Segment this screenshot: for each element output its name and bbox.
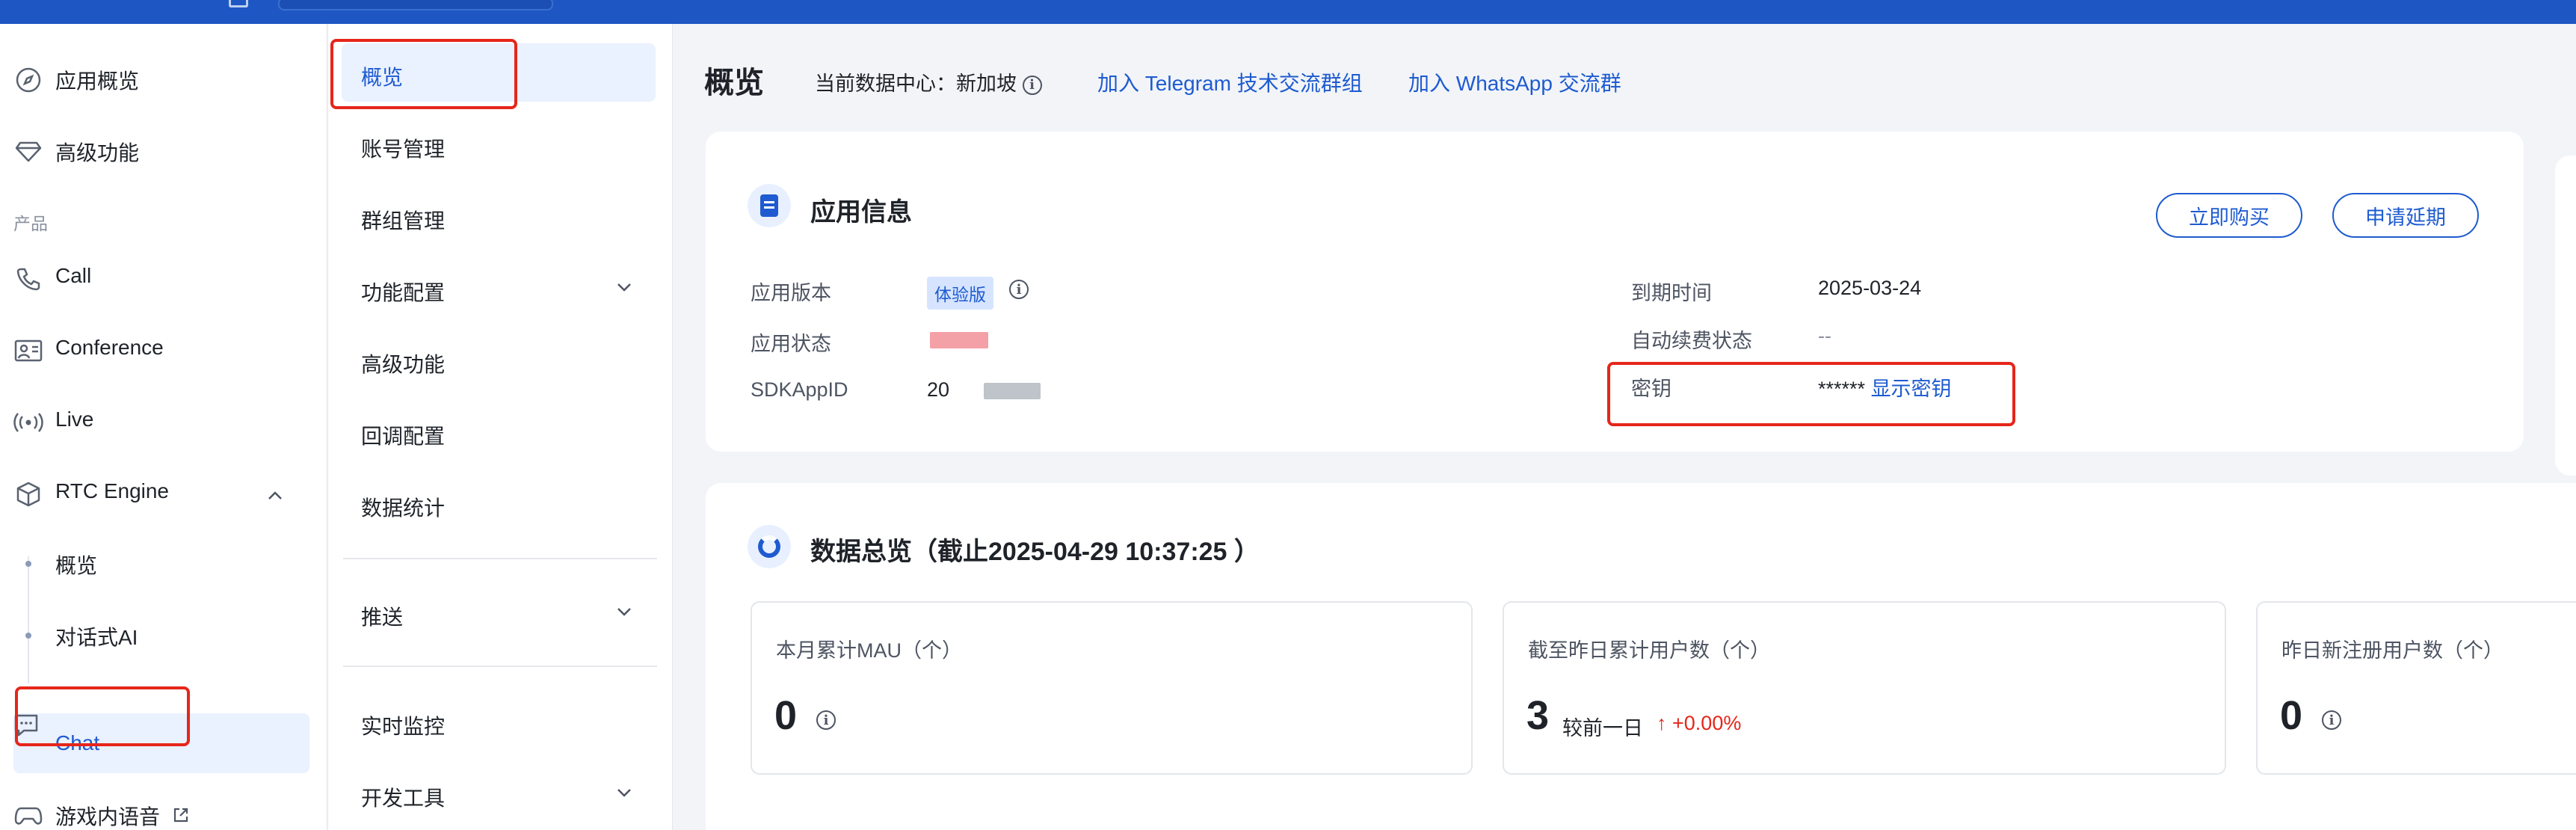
subnav-item-label: 推送: [361, 606, 404, 629]
metric-card-new-users: 昨日新注册用户数（个） 0 i: [2256, 601, 2576, 775]
sidebar-subitem-rtc-overview[interactable]: 概览: [0, 537, 326, 589]
document-icon: [748, 184, 791, 227]
chevron-down-icon: [615, 275, 633, 298]
subnav-item-statistics[interactable]: 数据统计: [328, 474, 674, 534]
sidebar-item-live[interactable]: Live: [0, 392, 326, 452]
metric-label: 截至昨日累计用户数（个）: [1528, 639, 1770, 662]
highlight-box-overview: [330, 39, 517, 109]
progress-ring-icon: [748, 525, 791, 568]
request-extension-button[interactable]: 申请延期: [2332, 193, 2479, 238]
auto-renew-value: --: [1818, 325, 1831, 347]
masked-status-value: [930, 332, 988, 348]
metric-card-total-users: 截至昨日累计用户数（个） 3 较前一日 ↑ +0.00%: [1503, 601, 2226, 775]
telegram-group-link[interactable]: 加入 Telegram 技术交流群组: [1097, 67, 1363, 97]
subnav-item-label: 数据统计: [361, 497, 446, 520]
info-icon[interactable]: i: [1022, 75, 1042, 95]
sidebar-subitem-conversational-ai[interactable]: 对话式AI: [0, 609, 326, 661]
subnav-item-groups[interactable]: 群组管理: [328, 187, 674, 247]
subnav-item-label: 高级功能: [361, 353, 446, 376]
chevron-down-icon: [615, 600, 633, 623]
sidebar-item-advanced[interactable]: 高级功能: [0, 121, 326, 181]
sidebar-item-label: Conference: [55, 336, 164, 359]
gamepad-icon: [13, 805, 43, 827]
sdkappid-label: SDKAppID: [751, 378, 848, 401]
sidebar-item-label: 高级功能: [55, 141, 140, 165]
section-label-products: 产品: [13, 214, 48, 233]
expire-label: 到期时间: [1631, 282, 1712, 304]
external-link-icon: [172, 806, 190, 829]
sidebar-item-conference[interactable]: Conference: [0, 320, 326, 380]
info-icon[interactable]: i: [1009, 280, 1029, 299]
subnav-item-label: 回调配置: [361, 425, 446, 448]
sidebar-item-label: Live: [55, 408, 94, 431]
auto-renew-label: 自动续费状态: [1631, 330, 1752, 352]
sidebar-item-label: Call: [55, 264, 92, 287]
metric-card-mau: 本月累计MAU（个） 0 i: [751, 601, 1473, 775]
sidebar-item-game-voice[interactable]: 游戏内语音: [0, 785, 326, 830]
highlight-box-chat: [15, 686, 190, 746]
subnav-item-accounts[interactable]: 账号管理: [328, 115, 674, 175]
version-label: 应用版本: [751, 282, 831, 304]
subnav-item-label: 实时监控: [361, 715, 446, 738]
arrow-up-icon: ↑: [1657, 712, 1667, 734]
divider: [343, 665, 657, 667]
sidebar-subitem-label: 概览: [55, 554, 98, 577]
metric-compare-label: 较前一日: [1562, 717, 1643, 740]
subnav-item-feature-config[interactable]: 功能配置: [328, 259, 674, 319]
subnav-item-dev-tools[interactable]: 开发工具: [328, 764, 674, 824]
status-label: 应用状态: [751, 333, 831, 355]
subnav-item-monitoring[interactable]: 实时监控: [328, 692, 674, 752]
main-content: 概览 当前数据中心：新加坡 i 加入 Telegram 技术交流群组 加入 Wh…: [673, 24, 2576, 830]
bullet-dot: [25, 561, 31, 567]
metric-label: 本月累计MAU（个）: [776, 639, 962, 662]
sdkappid-prefix: 20: [927, 378, 950, 401]
data-center-label: 当前数据中心：新加坡 i: [815, 67, 1042, 96]
sidebar-item-label: 游戏内语音: [55, 801, 190, 830]
sidebar-item-call[interactable]: Call: [0, 248, 326, 308]
metric-label: 昨日新注册用户数（个）: [2281, 639, 2503, 662]
buy-now-button[interactable]: 立即购买: [2156, 193, 2302, 238]
diamond-icon: [13, 141, 43, 163]
metric-value: 3: [1526, 693, 1550, 738]
sidebar-item-app-overview[interactable]: 应用概览: [0, 49, 326, 109]
subnav-item-label: 账号管理: [361, 138, 446, 161]
metric-value: 0: [774, 693, 798, 738]
sidebar-item-label: RTC Engine: [55, 479, 170, 502]
version-tag: 体验版: [927, 277, 993, 310]
subnav-item-label: 功能配置: [361, 281, 446, 304]
cube-icon: [13, 482, 43, 507]
divider: [343, 558, 657, 559]
info-icon[interactable]: i: [2322, 710, 2341, 730]
bullet-dot: [25, 633, 31, 639]
sidebar-item-label: 应用概览: [55, 70, 140, 93]
chevron-up-icon[interactable]: [266, 486, 284, 507]
masked-sdkappid-value: [984, 383, 1041, 399]
highlight-box-secret-key: [1607, 362, 2015, 426]
expire-value: 2025-03-24: [1818, 277, 1922, 299]
conference-icon: [13, 339, 43, 362]
subnav-item-label: 群组管理: [361, 209, 446, 233]
metric-value: 0: [2280, 693, 2303, 738]
whatsapp-group-link[interactable]: 加入 WhatsApp 交流群: [1408, 67, 1621, 97]
subnav-item-callback[interactable]: 回调配置: [328, 402, 674, 462]
menu-icon[interactable]: [229, 0, 248, 7]
top-search-input[interactable]: [278, 0, 553, 10]
app-info-title: 应用信息: [810, 198, 912, 227]
subnav-item-push[interactable]: 推送: [328, 583, 674, 643]
secondary-sidebar: 概览 账号管理 群组管理 功能配置 高级功能 回调配置 数据统计 推送 实时监控…: [327, 24, 673, 830]
broadcast-icon: [13, 411, 43, 434]
side-card-edge: [2555, 156, 2576, 476]
sidebar-subitem-label: 对话式AI: [55, 626, 138, 649]
compass-icon: [13, 67, 43, 93]
metric-change: ↑ +0.00%: [1657, 712, 1742, 734]
phone-icon: [13, 268, 43, 291]
sidebar-item-rtc-engine[interactable]: RTC Engine: [0, 464, 326, 523]
chevron-down-icon: [615, 781, 633, 804]
page-title: 概览: [704, 67, 764, 99]
top-nav-bar: [0, 0, 2576, 24]
info-icon[interactable]: i: [816, 710, 836, 730]
data-overview-title: 数据总览（截止2025-04-29 10:37:25 ）: [810, 538, 1260, 566]
subnav-item-advanced[interactable]: 高级功能: [328, 331, 674, 390]
subnav-item-label: 开发工具: [361, 787, 446, 810]
